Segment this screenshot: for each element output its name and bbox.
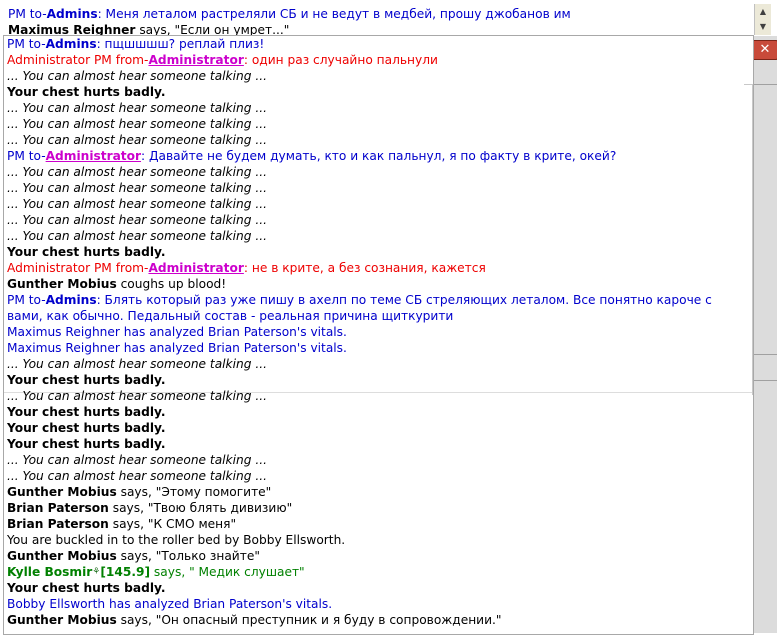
background-scrollbar[interactable]: ▲ ▼ [754, 4, 771, 35]
chat-message: ... You can almost hear someone talking … [7, 181, 267, 195]
chat-message: Your chest hurts badly. [7, 245, 166, 259]
chat-message: ... You can almost hear someone talking … [7, 453, 267, 467]
scroll-up-icon[interactable]: ▲ [755, 4, 771, 19]
side-panel-edge [751, 36, 777, 633]
chat-log-popup[interactable]: PM to-Admins: пщшшшш? реплай плиз! Admini… [3, 35, 754, 635]
background-message-pm: PM to-Admins: Меня леталом растреляли СБ… [8, 7, 571, 21]
admin-link[interactable]: Administrator [46, 149, 141, 163]
chat-message: Your chest hurts badly. [7, 85, 166, 99]
chat-message: Your chest hurts badly. [7, 581, 166, 595]
chat-message: PM to-Admins: пщшшшш? реплай плиз! [7, 37, 265, 51]
scroll-down-icon[interactable]: ▼ [755, 19, 771, 34]
panel-divider [752, 380, 777, 381]
chat-message: ... You can almost hear someone talking … [7, 469, 267, 483]
chat-message: Bobby Ellsworth has analyzed Brian Pater… [7, 597, 333, 611]
chat-message: ... You can almost hear someone talking … [7, 101, 267, 115]
chat-message: ... You can almost hear someone talking … [7, 357, 267, 371]
chat-message: Maximus Reighner has analyzed Brian Pate… [7, 325, 347, 339]
panel-divider [752, 84, 777, 85]
chat-message: PM to-Admins: Блять который раз уже пишу… [7, 293, 712, 323]
chat-message: Brian Paterson says, "К СМО меня" [7, 517, 237, 531]
admin-reply-link[interactable]: Administrator [148, 261, 243, 275]
close-icon: ✕ [759, 42, 771, 57]
chat-message: ... You can almost hear someone talking … [7, 229, 267, 243]
panel-divider [752, 354, 777, 355]
chat-message: Your chest hurts badly. [7, 437, 166, 451]
chat-message: Administrator PM from-Administrator: оди… [7, 53, 438, 67]
chat-message: ... You can almost hear someone talking … [7, 389, 267, 403]
chat-message: ... You can almost hear someone talking … [7, 197, 267, 211]
chat-message: PM to-Administrator: Давайте не будем ду… [7, 149, 617, 163]
chat-message: ... You can almost hear someone talking … [7, 165, 267, 179]
chat-log: PM to-Admins: пщшшшш? реплай плиз! Admini… [7, 36, 751, 628]
chat-message: Brian Paterson says, "Твою блять дивизию… [7, 501, 293, 515]
chat-message: Your chest hurts badly. [7, 373, 166, 387]
chat-message: You are buckled in to the roller bed by … [7, 533, 346, 547]
chat-message: ... You can almost hear someone talking … [7, 117, 267, 131]
chat-message: Administrator PM from-Administrator: не … [7, 261, 486, 275]
chat-message: Maximus Reighner has analyzed Brian Pate… [7, 341, 347, 355]
close-button[interactable]: ✕ [752, 40, 777, 60]
chat-message: Kylle Bosmir ⚘ [145.9] says, " Медик слу… [7, 565, 305, 579]
chat-message: Gunther Mobius says, "Он опасный преступ… [7, 613, 502, 627]
chat-message: Your chest hurts badly. [7, 405, 166, 419]
chat-message: Gunther Mobius coughs up blood! [7, 277, 227, 291]
chat-message: Gunther Mobius says, "Только знайте" [7, 549, 260, 563]
admin-reply-link[interactable]: Administrator [148, 53, 243, 67]
chat-message: Gunther Mobius says, "Этому помогите" [7, 485, 272, 499]
chat-message: ... You can almost hear someone talking … [7, 213, 267, 227]
chat-message: ... You can almost hear someone talking … [7, 133, 267, 147]
chat-message: ... You can almost hear someone talking … [7, 69, 267, 83]
chat-message: Your chest hurts badly. [7, 421, 166, 435]
